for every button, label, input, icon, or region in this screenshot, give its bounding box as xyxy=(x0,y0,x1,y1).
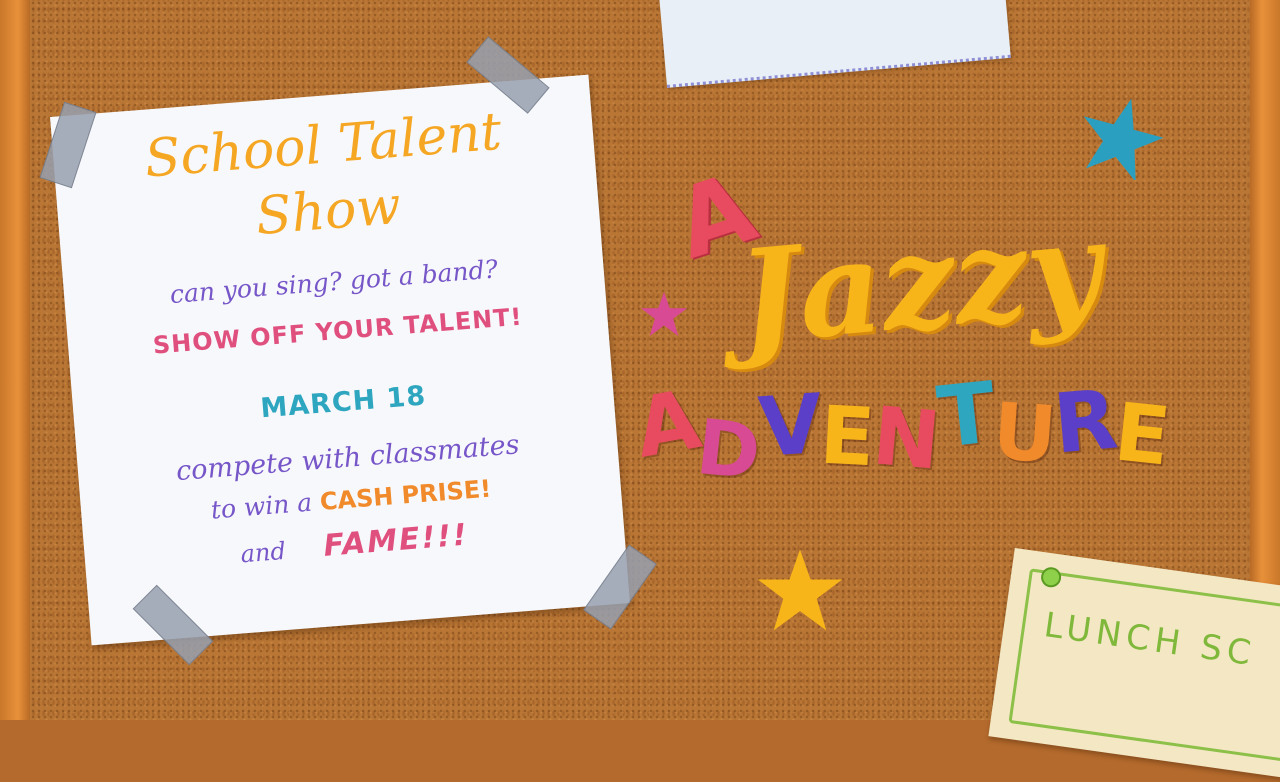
talent-show-flyer: School Talent Show can you sing? got a b… xyxy=(50,74,630,646)
title-adventure: ADVENTURE xyxy=(628,363,1175,497)
star-teal-icon xyxy=(1083,98,1164,180)
lunch-card: LUNCH SC xyxy=(988,547,1280,782)
title-adventure-letter: V xyxy=(755,376,826,477)
title-adventure-letter: R xyxy=(1050,372,1122,473)
board-frame-left xyxy=(0,0,30,720)
title-adventure-letter: E xyxy=(817,388,878,485)
title-jazzy: Jazzy xyxy=(732,192,1108,374)
title-adventure-letter: U xyxy=(989,386,1060,482)
flyer-and: and xyxy=(239,536,287,569)
star-yellow-icon xyxy=(757,549,843,631)
flyer-cash-prize: CASH PRISE! xyxy=(318,474,493,516)
title-adventure-letter: D xyxy=(692,401,766,498)
title-adventure-letter: N xyxy=(868,389,944,488)
title-adventure-letter: E xyxy=(1110,385,1175,484)
title-adventure-letter: T xyxy=(932,363,1000,467)
star-pink-icon xyxy=(640,291,688,337)
flyer-fame: FAME!!! xyxy=(322,517,470,564)
flyer-win-prefix: to win a xyxy=(209,487,314,525)
